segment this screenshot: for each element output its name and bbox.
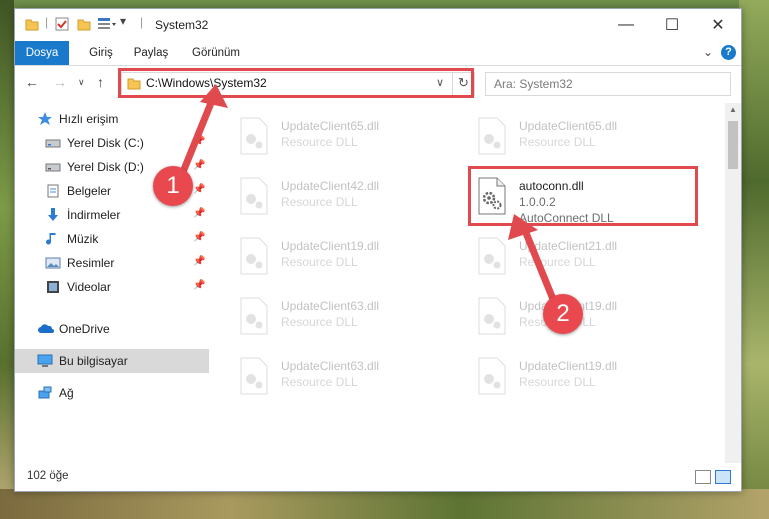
annotation-arrows xyxy=(179,84,559,306)
step-badge-2: 2 xyxy=(543,294,583,334)
arrow-2 xyxy=(508,214,559,306)
step-badge-1: 1 xyxy=(153,166,193,206)
arrow-1 xyxy=(179,84,228,174)
